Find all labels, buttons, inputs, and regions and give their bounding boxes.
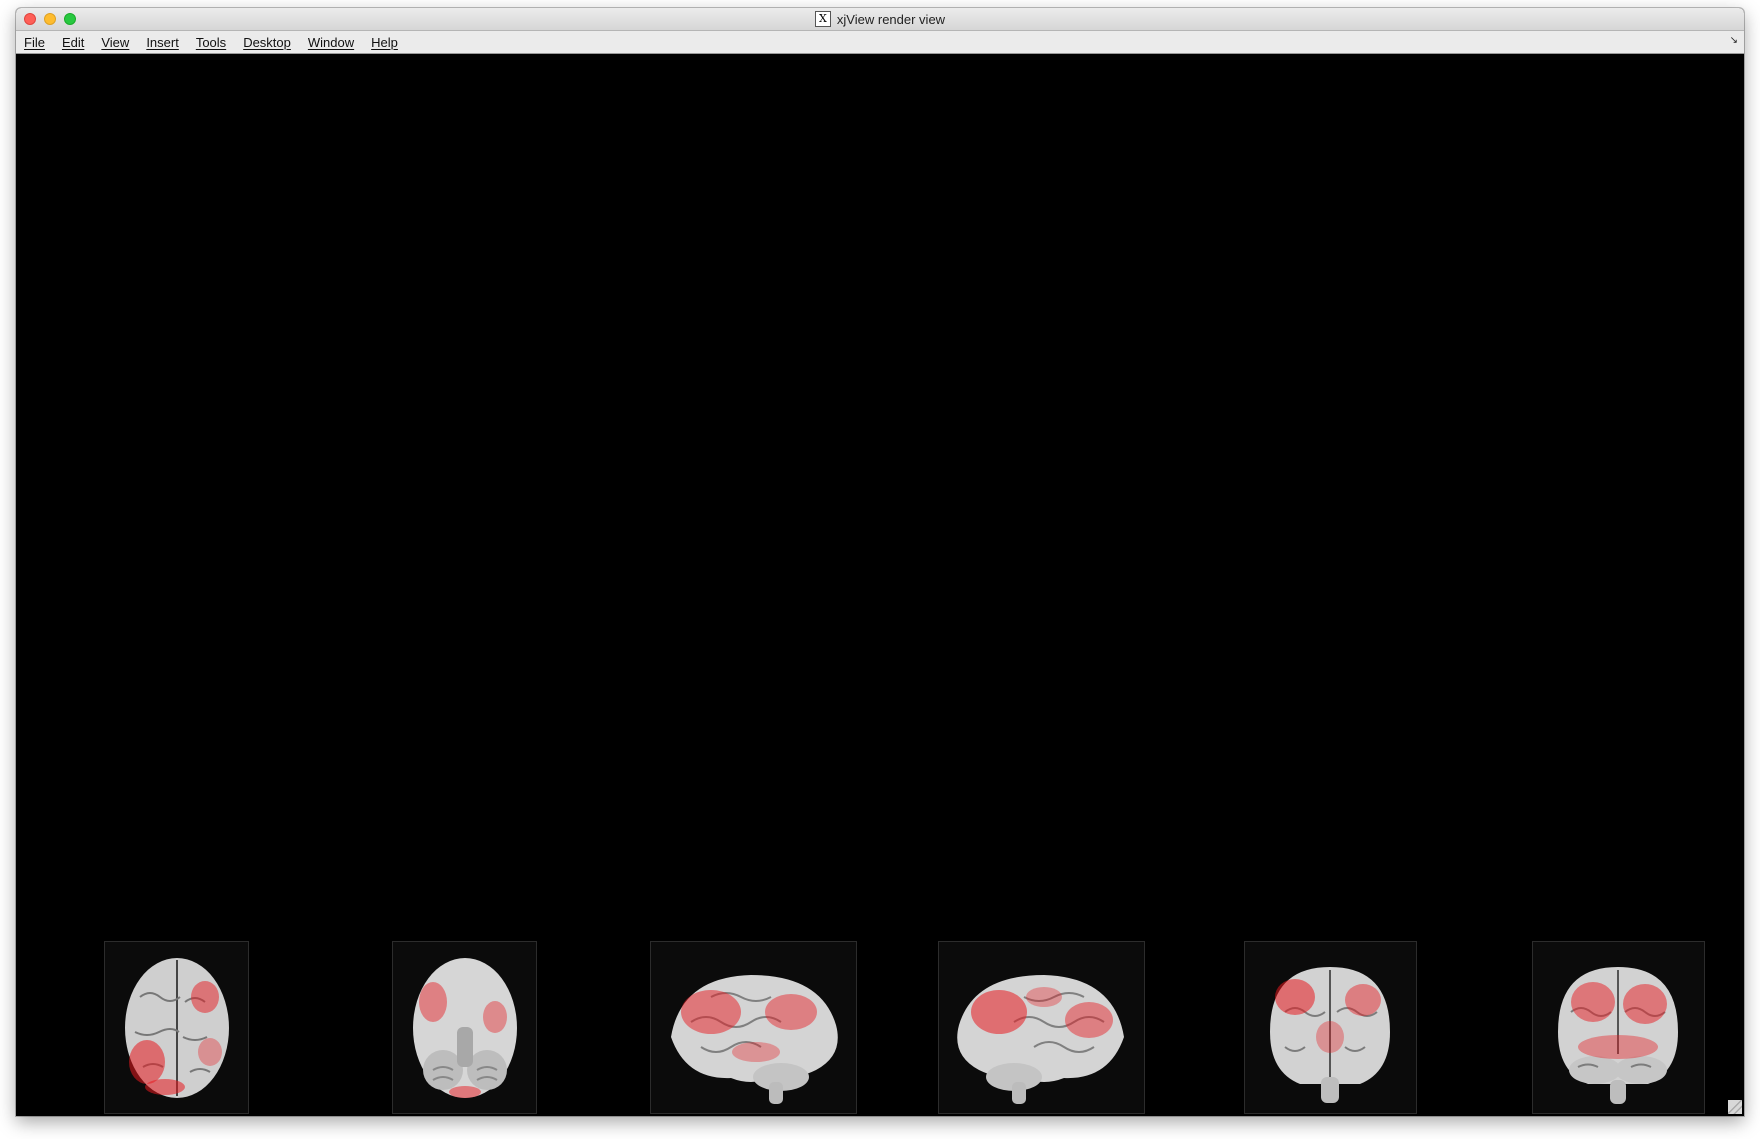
brain-right-lateral-icon [957,975,1124,1104]
brain-view-anterior[interactable] [1244,941,1417,1114]
menu-help[interactable]: Help [371,35,398,50]
window-title: X xjView render view [814,11,946,27]
render-window: X xjView render view File Edit View Inse… [16,8,1744,1116]
menu-window[interactable]: Window [308,35,354,50]
resize-grip-icon[interactable] [1728,1100,1742,1114]
title-bar[interactable]: X xjView render view [16,8,1744,31]
minimize-window-button[interactable] [44,13,56,25]
brain-view-superior[interactable] [104,941,249,1114]
menu-view[interactable]: View [101,35,129,50]
window-title-text: xjView render view [836,11,946,27]
brain-view-left-lateral[interactable] [650,941,857,1114]
brain-view-right-lateral[interactable] [938,941,1145,1114]
window-controls [24,13,76,25]
zoom-window-button[interactable] [64,13,76,25]
menu-file[interactable]: File [24,35,45,50]
menu-bar: File Edit View Insert Tools Desktop Wind… [16,31,1744,54]
menu-tools[interactable]: Tools [196,35,226,50]
close-window-button[interactable] [24,13,36,25]
brain-posterior-icon [1558,967,1678,1104]
render-canvas[interactable] [16,54,1744,1116]
brain-anterior-icon [1270,967,1390,1103]
brain-view-posterior[interactable] [1532,941,1705,1114]
menu-desktop[interactable]: Desktop [243,35,291,50]
dock-arrow-icon[interactable]: ↘ [1730,35,1738,46]
x11-icon: X [814,11,831,27]
brain-inferior-icon [413,958,517,1098]
menu-insert[interactable]: Insert [146,35,179,50]
brain-left-lateral-icon [671,975,838,1104]
brain-superior-icon [125,958,229,1098]
menu-edit[interactable]: Edit [62,35,84,50]
brain-view-inferior[interactable] [392,941,537,1114]
